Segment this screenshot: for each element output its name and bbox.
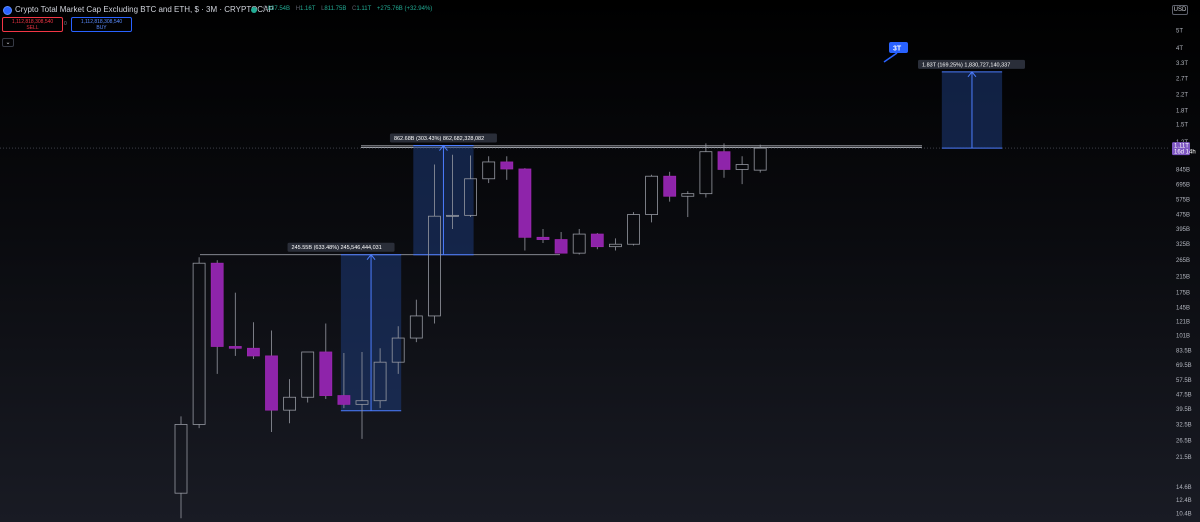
candle xyxy=(536,228,550,244)
y-tick-label: 21.5B xyxy=(1176,455,1192,461)
candle-body xyxy=(645,175,658,215)
candle-body xyxy=(699,151,713,195)
candle-body xyxy=(717,151,731,170)
candle-body xyxy=(590,233,604,248)
candle-body xyxy=(409,315,423,339)
candle-body xyxy=(192,262,206,425)
y-tick-label: 47.5B xyxy=(1176,393,1192,399)
candle-body xyxy=(464,178,478,216)
candle xyxy=(609,238,622,251)
candle-body xyxy=(482,161,496,180)
candle-body xyxy=(228,346,242,349)
callout-pointer xyxy=(883,52,898,63)
measure-label: 862.68B (303.43%) 862,682,328,082 xyxy=(394,136,484,142)
y-tick-label: 695B xyxy=(1176,183,1190,189)
candle-body xyxy=(391,337,405,363)
price-chart[interactable]: 245.55B (633.48%) 245,546,444,031 862.68B… xyxy=(0,0,1200,522)
candle-body xyxy=(518,168,532,238)
candle-body xyxy=(735,164,749,170)
candle xyxy=(500,156,514,180)
y-tick-label: 215B xyxy=(1176,275,1190,281)
y-tick-label: 2.7T xyxy=(1176,77,1188,83)
y-tick-label: 10.4B xyxy=(1176,512,1192,518)
candle xyxy=(717,143,731,178)
candle xyxy=(663,171,677,202)
candle-body xyxy=(681,193,695,197)
callout-label: 3T xyxy=(893,46,902,53)
y-tick-label: 14.6B xyxy=(1176,485,1192,491)
y-tick-label: 395B xyxy=(1176,227,1190,233)
candle-body xyxy=(265,355,278,411)
y-tick-label: 1.5T xyxy=(1176,123,1188,129)
candle-body xyxy=(283,396,297,411)
candle-body xyxy=(301,351,315,398)
y-tick-label: 12.4B xyxy=(1176,498,1192,504)
candle-body xyxy=(246,347,260,357)
y-tick-label: 145B xyxy=(1176,305,1190,311)
candle xyxy=(409,299,423,343)
y-tick-label: 175B xyxy=(1176,291,1190,297)
candle xyxy=(192,257,206,429)
candle xyxy=(681,191,695,218)
y-tick-label: 475B xyxy=(1176,213,1190,219)
candle xyxy=(590,233,604,250)
candle-body xyxy=(753,147,767,171)
y-tick-label: 575B xyxy=(1176,198,1190,204)
y-tick-label: 83.5B xyxy=(1176,349,1192,355)
candles xyxy=(174,143,767,519)
price-axis: 5T4T3.3T2.7T2.2T1.8T1.5T1.2T845B695B575B… xyxy=(1176,28,1192,517)
y-tick-label: 3.3T xyxy=(1176,61,1188,67)
candle xyxy=(627,212,640,246)
candle xyxy=(753,144,767,173)
candle-body xyxy=(427,215,441,317)
measure-label: 245.55B (633.48%) 245,546,444,031 xyxy=(292,245,382,251)
y-tick-label: 101B xyxy=(1176,334,1190,340)
candle xyxy=(518,168,532,251)
candle xyxy=(482,156,496,184)
candle-body xyxy=(500,161,514,170)
candle xyxy=(283,379,297,424)
candle-body xyxy=(554,239,568,254)
candle-body xyxy=(663,175,677,197)
candle-body xyxy=(572,233,586,254)
y-tick-label: 121B xyxy=(1176,320,1190,326)
candle-body xyxy=(627,214,640,245)
y-tick-label: 1.8T xyxy=(1176,108,1188,114)
y-tick-label: 265B xyxy=(1176,258,1190,264)
candle xyxy=(645,174,658,223)
y-tick-label: 2.2T xyxy=(1176,93,1188,99)
y-tick-label: 845B xyxy=(1176,167,1190,173)
candle-body xyxy=(373,361,387,402)
candle-body xyxy=(174,424,188,494)
candle xyxy=(228,292,242,356)
y-tick-label: 4T xyxy=(1176,46,1183,52)
measure-label: 1.83T (169.25%) 1,830,727,140,337 xyxy=(922,62,1010,68)
overlays: 3T1.11T16d 14h xyxy=(883,42,1196,156)
y-tick-label: 69.5B xyxy=(1176,363,1192,369)
candle-body xyxy=(355,400,369,405)
candle xyxy=(301,351,315,403)
candle-body xyxy=(536,236,550,240)
candle xyxy=(735,156,749,185)
candle xyxy=(265,330,278,433)
candle xyxy=(572,228,586,255)
y-tick-label: 32.5B xyxy=(1176,422,1192,428)
candle xyxy=(210,260,224,374)
y-tick-label: 325B xyxy=(1176,242,1190,248)
candle xyxy=(554,231,568,254)
y-tick-label: 26.5B xyxy=(1176,438,1192,444)
candle xyxy=(699,143,713,198)
candle xyxy=(319,323,333,399)
candle xyxy=(174,416,188,519)
candle-body xyxy=(609,243,622,248)
candle-body xyxy=(210,262,224,347)
candle xyxy=(246,322,260,359)
y-tick-label: 5T xyxy=(1176,28,1183,34)
y-tick-label: 57.5B xyxy=(1176,378,1192,384)
y-tick-label: 39.5B xyxy=(1176,407,1192,413)
candle-body xyxy=(337,395,351,405)
candle-body xyxy=(319,351,333,396)
last-price-countdown: 16d 14h xyxy=(1174,150,1196,156)
candle-body xyxy=(446,214,459,217)
